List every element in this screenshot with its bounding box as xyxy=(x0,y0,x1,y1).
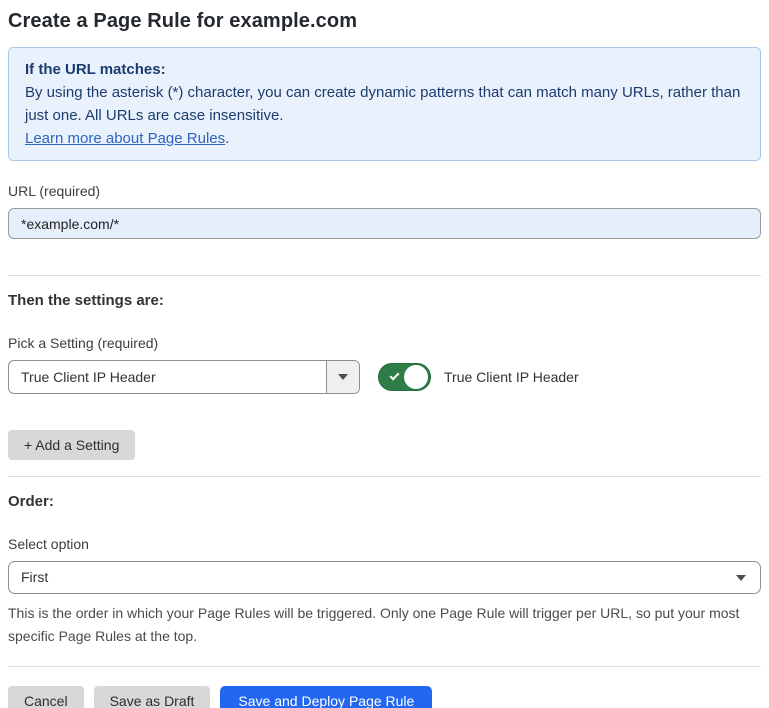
url-input[interactable] xyxy=(8,208,761,239)
info-box-body: By using the asterisk (*) character, you… xyxy=(25,81,744,127)
setting-picker-label: Pick a Setting (required) xyxy=(8,335,761,351)
toggle-label: True Client IP Header xyxy=(444,369,579,385)
true-client-ip-toggle[interactable] xyxy=(378,363,431,391)
divider xyxy=(8,666,761,667)
save-as-draft-button[interactable]: Save as Draft xyxy=(94,686,211,708)
order-select-value: First xyxy=(9,562,760,593)
order-section-heading: Order: xyxy=(8,493,761,510)
add-setting-button[interactable]: + Add a Setting xyxy=(8,430,135,460)
footer-actions: Cancel Save as Draft Save and Deploy Pag… xyxy=(8,686,761,708)
learn-more-link[interactable]: Learn more about Page Rules xyxy=(25,130,225,147)
setting-select[interactable]: True Client IP Header xyxy=(8,360,360,394)
chevron-down-icon xyxy=(338,374,348,380)
divider xyxy=(8,476,761,477)
url-field-label: URL (required) xyxy=(8,183,761,199)
page-rule-form: Create a Page Rule for example.com If th… xyxy=(0,0,769,708)
save-and-deploy-button[interactable]: Save and Deploy Page Rule xyxy=(220,686,432,708)
chevron-down-icon xyxy=(736,575,746,581)
info-box-link-line: Learn more about Page Rules. xyxy=(25,127,744,150)
info-box-heading: If the URL matches: xyxy=(25,58,744,81)
setting-select-value: True Client IP Header xyxy=(9,361,326,393)
cancel-button[interactable]: Cancel xyxy=(8,686,84,708)
url-match-info-box: If the URL matches: By using the asteris… xyxy=(8,47,761,161)
order-select[interactable]: First xyxy=(8,561,761,594)
divider xyxy=(8,275,761,276)
link-suffix: . xyxy=(225,130,229,147)
setting-row: True Client IP Header True Client IP Hea… xyxy=(8,360,761,394)
setting-select-arrow-button[interactable] xyxy=(326,361,359,393)
order-select-label: Select option xyxy=(8,536,761,552)
order-help-text: This is the order in which your Page Rul… xyxy=(8,602,753,648)
toggle-knob xyxy=(404,365,428,389)
settings-section-heading: Then the settings are: xyxy=(8,292,761,309)
page-title: Create a Page Rule for example.com xyxy=(8,10,761,33)
check-icon xyxy=(390,371,400,381)
